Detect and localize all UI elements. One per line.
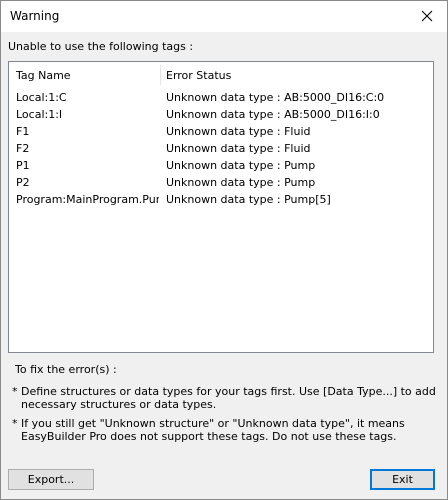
close-button[interactable] [407,1,447,32]
tag-name-cell: P1 [16,159,30,172]
table-row[interactable]: Local:1:C Unknown data type : AB:5000_DI… [9,89,433,106]
error-status-cell: Unknown data type : Fluid [166,125,311,138]
list-header: Tag Name Error Status [9,62,433,87]
intro-text: Unable to use the following tags : [8,40,194,53]
error-status-cell: Unknown data type : AB:5000_DI16:C:0 [166,91,385,104]
tag-name-cell: F1 [16,125,30,138]
note-bullet: * [12,385,18,398]
note-bullet: * [12,417,18,430]
table-row[interactable]: F1 Unknown data type : Fluid [9,123,433,140]
warning-dialog: Warning Unable to use the following tags… [0,0,448,500]
error-status-cell: Unknown data type : Pump [166,176,316,189]
table-row[interactable]: P2 Unknown data type : Pump [9,174,433,191]
table-row[interactable]: F2 Unknown data type : Fluid [9,140,433,157]
error-status-cell: Unknown data type : Pump[5] [166,193,331,206]
error-status-cell: Unknown data type : Fluid [166,142,311,155]
error-status-cell: Unknown data type : AB:5000_DI16:I:0 [166,108,380,121]
tag-name-cell: Program:MainProgram.Pum... [16,193,159,206]
exit-button[interactable]: Exit [370,469,435,490]
column-header-tag-name[interactable]: Tag Name [16,69,71,82]
tag-list[interactable]: Tag Name Error Status Local:1:C Unknown … [8,61,434,353]
note-text: If you still get "Unknown structure" or … [21,417,405,443]
tag-name-cell: F2 [16,142,30,155]
table-row[interactable]: Program:MainProgram.Pum... Unknown data … [9,191,433,208]
window-title: Warning [10,9,60,23]
tag-name-cell: P2 [16,176,30,189]
close-icon [421,10,433,22]
note-text: Define structures or data types for your… [21,385,436,411]
tag-name-cell: Local:1:C [16,91,67,104]
error-status-cell: Unknown data type : Pump [166,159,316,172]
column-divider[interactable] [160,65,161,85]
title-bar: Warning [1,1,447,32]
table-row[interactable]: Local:1:I Unknown data type : AB:5000_DI… [9,106,433,123]
table-row[interactable]: P1 Unknown data type : Pump [9,157,433,174]
tag-name-cell: Local:1:I [16,108,63,121]
column-header-error-status[interactable]: Error Status [166,69,231,82]
export-button[interactable]: Export... [8,469,94,490]
fix-instructions-title: To fix the error(s) : [15,363,117,376]
